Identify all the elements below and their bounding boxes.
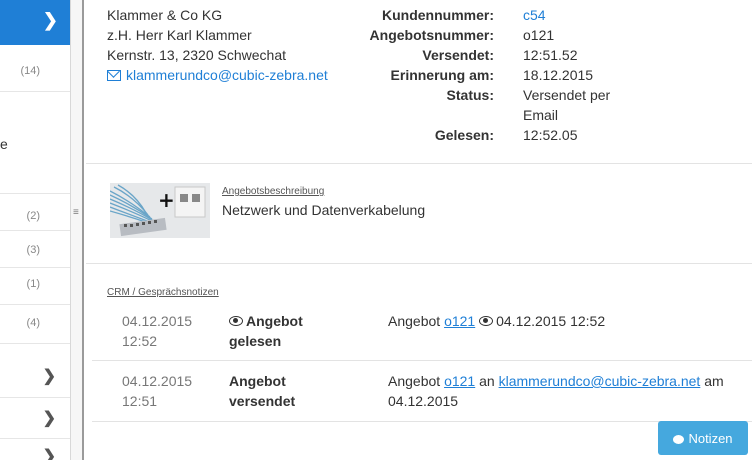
crm-date: 04.12.2015 — [122, 373, 193, 389]
sidebar-count: (14) — [20, 65, 40, 77]
kundennummer-link[interactable]: c54 — [523, 5, 643, 25]
crm-time: 12:52 — [122, 333, 158, 349]
sidebar-group[interactable]: ❯ — [0, 439, 70, 460]
panel-resize-handle[interactable]: ≡ — [70, 0, 84, 460]
chevron-right-icon: ❯ — [42, 448, 56, 460]
notes-button-label: Notizen — [688, 430, 733, 446]
status-value-line1: Versendet per — [523, 87, 611, 103]
chevron-right-icon: ❯ — [42, 10, 58, 30]
sidebar-count: (2) — [26, 210, 40, 222]
versendet-label: Versendet: — [422, 47, 494, 63]
sidebar-count: (3) — [26, 244, 40, 256]
notes-button[interactable]: Notizen — [658, 421, 748, 455]
crm-text-prefix: Angebot — [388, 313, 445, 329]
offer-link[interactable]: o121 — [444, 313, 475, 329]
comment-icon — [673, 434, 685, 444]
crm-text: Angebot o121 04.12.2015 12:52 — [388, 311, 748, 331]
crm-text: Angebot o121 an klammerundco@cubic-zebra… — [388, 371, 748, 411]
crm-title-line1: Angebot — [229, 373, 286, 389]
sidebar-item[interactable]: (4) — [0, 305, 70, 344]
sidebar-count: (1) — [26, 278, 40, 290]
erinnerung-label: Erinnerung am: — [390, 67, 494, 83]
angebotsnummer-value: o121 — [523, 27, 555, 43]
patch-panel-image: + — [110, 183, 210, 238]
crm-text-suffix: am — [700, 373, 724, 389]
offer-link[interactable]: o121 — [444, 373, 475, 389]
chevron-right-icon: ❯ — [42, 410, 56, 427]
status-value-line2: Email — [523, 107, 559, 123]
sidebar-item[interactable]: e — [0, 92, 70, 194]
sidebar-group[interactable]: ❯ — [0, 344, 70, 398]
crm-title-line2: gelesen — [229, 333, 282, 349]
chevron-right-icon: ❯ — [42, 368, 56, 385]
crm-entry: 04.12.2015 12:52 Angebot gelesen Angebot… — [92, 311, 752, 361]
erinnerung-value: 18.12.2015 — [523, 67, 594, 83]
crm-date: 04.12.2015 — [122, 313, 193, 329]
sidebar-item[interactable]: (2) — [0, 194, 70, 231]
crm-text-prefix: Angebot — [388, 373, 445, 389]
eye-icon — [479, 316, 494, 326]
crm-title-line1: Angebot — [229, 311, 303, 331]
sidebar-item[interactable]: (3) — [0, 231, 70, 268]
offer-description: Netzwerk und Datenverkabelung — [222, 202, 426, 218]
crm-text-middle: an — [475, 373, 499, 389]
crm-section-label: CRM / Gesprächsnotizen — [107, 287, 219, 298]
sidebar-active-item[interactable]: ❯ — [0, 0, 70, 45]
eye-icon — [229, 316, 243, 326]
row-divider — [92, 421, 752, 422]
crm-text-line2: 04.12.2015 — [388, 393, 459, 409]
crm-entry: 04.12.2015 12:51 Angebot versendet Angeb… — [92, 371, 752, 421]
crm-text-suffix: 04.12.2015 12:52 — [496, 313, 606, 329]
sidebar-item[interactable]: (14) — [0, 45, 70, 92]
sidebar: ❯ (14) e (2) (3) (1) (4) ❯ ❯ ❯ — [0, 0, 70, 460]
grip-icon: ≡ — [73, 207, 79, 218]
crm-time: 12:51 — [122, 393, 158, 409]
sidebar-item[interactable]: (1) — [0, 268, 70, 305]
sidebar-group[interactable]: ❯ — [0, 398, 70, 439]
sidebar-count: (4) — [26, 317, 40, 329]
status-label: Status: — [446, 87, 494, 103]
gelesen-value: 12:52.05 — [523, 127, 578, 143]
angebotsnummer-label: Angebotsnummer: — [369, 27, 494, 43]
versendet-value: 12:51.52 — [523, 47, 578, 63]
section-divider — [86, 163, 752, 164]
offer-detail-panel: Klammer & Co KG z.H. Herr Karl Klammer K… — [86, 0, 752, 460]
kundennummer-label: Kundennummer: — [382, 7, 494, 23]
section-divider — [86, 263, 752, 264]
sidebar-item-label: e — [0, 136, 8, 152]
crm-title-line2: versendet — [229, 393, 296, 409]
offer-thumbnail[interactable]: + — [110, 183, 210, 238]
email-link[interactable]: klammerundco@cubic-zebra.net — [499, 373, 701, 389]
row-divider — [92, 360, 752, 361]
svg-text:+: + — [158, 188, 175, 212]
description-label: Angebotsbeschreibung — [222, 186, 325, 197]
gelesen-label: Gelesen: — [434, 127, 494, 143]
crm-title-text: Angebot — [246, 313, 303, 329]
